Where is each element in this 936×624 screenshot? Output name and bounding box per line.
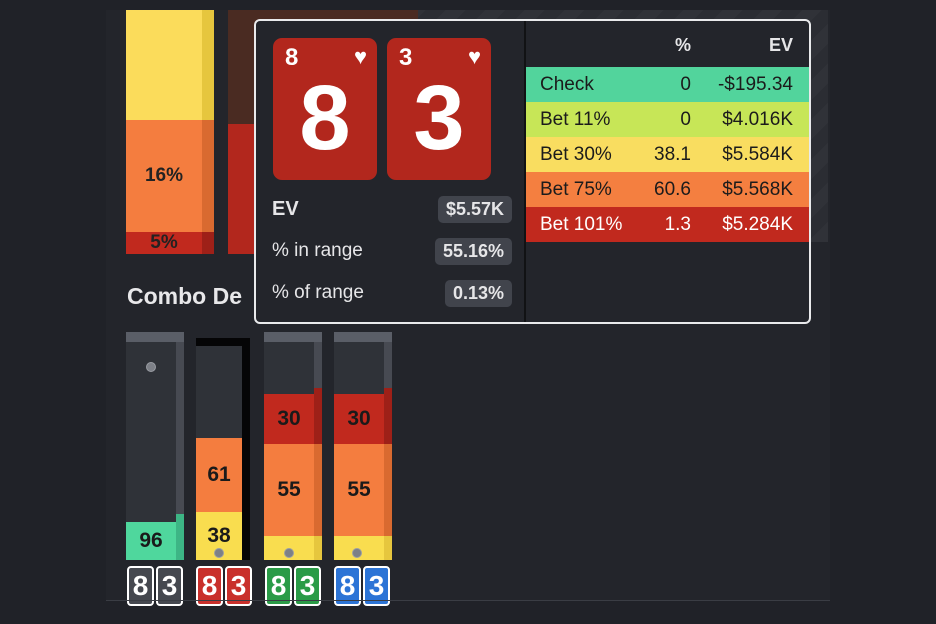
action-name: Bet 30% bbox=[540, 144, 612, 165]
combo-segment-label: 55 bbox=[277, 478, 301, 501]
column-side-orange bbox=[314, 444, 322, 536]
column-side-green bbox=[176, 514, 184, 560]
column-side-yellow bbox=[314, 536, 322, 560]
column-side bbox=[176, 342, 184, 522]
marker-dot-icon bbox=[146, 362, 156, 372]
combo-column[interactable]: 30 55 bbox=[334, 332, 392, 560]
column-side-yellow bbox=[384, 536, 392, 560]
column-empty bbox=[196, 346, 242, 438]
of-range-label: % of range bbox=[272, 282, 364, 303]
combo-segment-label: 38 bbox=[207, 524, 231, 547]
table-row: Bet 11% 0 $4.016K bbox=[526, 102, 809, 137]
column-top bbox=[264, 332, 322, 342]
column-side bbox=[314, 342, 322, 394]
action-name: Bet 11% bbox=[540, 109, 611, 130]
in-range-label: % in range bbox=[272, 240, 363, 261]
combo-segment-label: 30 bbox=[277, 407, 301, 430]
action-pct: 60.6 bbox=[654, 179, 691, 200]
action-ev: -$195.34 bbox=[717, 74, 793, 95]
action-pct: 38.1 bbox=[654, 144, 691, 165]
combo-segment-label: 61 bbox=[207, 463, 231, 486]
heart-icon: ♥ bbox=[353, 44, 367, 69]
combo-segment: 55 bbox=[264, 444, 314, 536]
header-ev: EV bbox=[768, 35, 793, 55]
hand-detail-popup: 8 ♥ 8 3 ♥ 3 EV $5.57K % in range 55.16% … bbox=[254, 19, 811, 324]
bar-side-red bbox=[202, 232, 214, 254]
combo-column[interactable]: 30 55 bbox=[264, 332, 322, 560]
combo-segment: 55 bbox=[334, 444, 384, 536]
playing-card: 8 ♥ 8 bbox=[273, 38, 377, 180]
bar-segment-red: 5% bbox=[126, 232, 202, 254]
combo-segment: 30 bbox=[334, 394, 384, 444]
bar-segment-label: 5% bbox=[150, 232, 178, 253]
action-ev: $4.016K bbox=[722, 109, 793, 130]
bar-segment-label: 16% bbox=[144, 165, 184, 186]
bottom-divider bbox=[106, 600, 830, 601]
combo-section-title: Combo De bbox=[127, 283, 242, 309]
action-pct: 0 bbox=[680, 74, 691, 95]
table-row: Bet 30% 38.1 $5.584K bbox=[526, 137, 809, 172]
action-pct: 1.3 bbox=[664, 214, 691, 235]
action-name: Bet 75% bbox=[540, 179, 612, 200]
marker-dot-icon bbox=[352, 548, 362, 558]
combo-segment-label: 30 bbox=[347, 407, 371, 430]
action-ev: $5.584K bbox=[722, 144, 793, 165]
strategy-bar[interactable]: 16% 5% bbox=[126, 10, 214, 254]
ev-label: EV bbox=[272, 197, 299, 220]
column-top bbox=[126, 332, 184, 342]
action-ev: $5.568K bbox=[722, 179, 793, 200]
column-side bbox=[384, 342, 392, 394]
action-table: % EV Check 0 -$195.34 Bet 11% 0 $4.016K … bbox=[526, 21, 809, 322]
column-side-red bbox=[384, 388, 392, 444]
table-row: Bet 101% 1.3 $5.284K bbox=[526, 207, 809, 242]
combo-segment-label: 55 bbox=[347, 478, 371, 501]
marker-dot-icon bbox=[284, 548, 294, 558]
bar-segment-orange: 16% bbox=[126, 120, 202, 232]
combo-column[interactable]: 61 38 bbox=[196, 338, 254, 560]
of-range-row: % of range 0.13% bbox=[272, 279, 512, 307]
bar-side-orange bbox=[202, 120, 214, 232]
header-pct: % bbox=[674, 35, 691, 55]
table-row: Check 0 -$195.34 bbox=[526, 67, 809, 102]
background-bar-red bbox=[228, 124, 254, 254]
combo-segment: 30 bbox=[264, 394, 314, 444]
column-top bbox=[334, 332, 392, 342]
ev-row: EV $5.57K bbox=[272, 195, 512, 223]
column-empty bbox=[334, 342, 384, 394]
card-rank-corner: 8 bbox=[285, 44, 299, 71]
table-row: Bet 75% 60.6 $5.568K bbox=[526, 172, 809, 207]
marker-dot-icon bbox=[214, 548, 224, 558]
column-empty bbox=[264, 342, 314, 394]
heart-icon: ♥ bbox=[467, 44, 481, 69]
of-range-value: 0.13% bbox=[444, 279, 512, 307]
column-side-red bbox=[314, 388, 322, 444]
card-rank-corner: 3 bbox=[399, 44, 413, 71]
in-range-row: % in range 55.16% bbox=[272, 237, 512, 265]
action-name: Bet 101% bbox=[540, 214, 623, 235]
combo-segment: 61 bbox=[196, 438, 242, 512]
action-pct: 0 bbox=[680, 109, 691, 130]
combo-segment-label: 96 bbox=[139, 529, 163, 552]
card-rank: 3 bbox=[413, 67, 465, 169]
action-ev: $5.284K bbox=[722, 214, 793, 235]
combo-segment: 96 bbox=[126, 522, 176, 560]
popup-hand-panel: 8 ♥ 8 3 ♥ 3 EV $5.57K % in range 55.16% … bbox=[256, 21, 526, 322]
card-rank: 8 bbox=[299, 67, 351, 169]
table-header: % EV bbox=[526, 31, 809, 61]
combo-column[interactable]: 96 bbox=[126, 332, 184, 560]
playing-card: 3 ♥ 3 bbox=[387, 38, 491, 180]
action-name: Check bbox=[540, 74, 594, 95]
column-side-orange bbox=[384, 444, 392, 536]
in-range-value: 55.16% bbox=[434, 237, 512, 265]
ev-value: $5.57K bbox=[437, 195, 512, 223]
